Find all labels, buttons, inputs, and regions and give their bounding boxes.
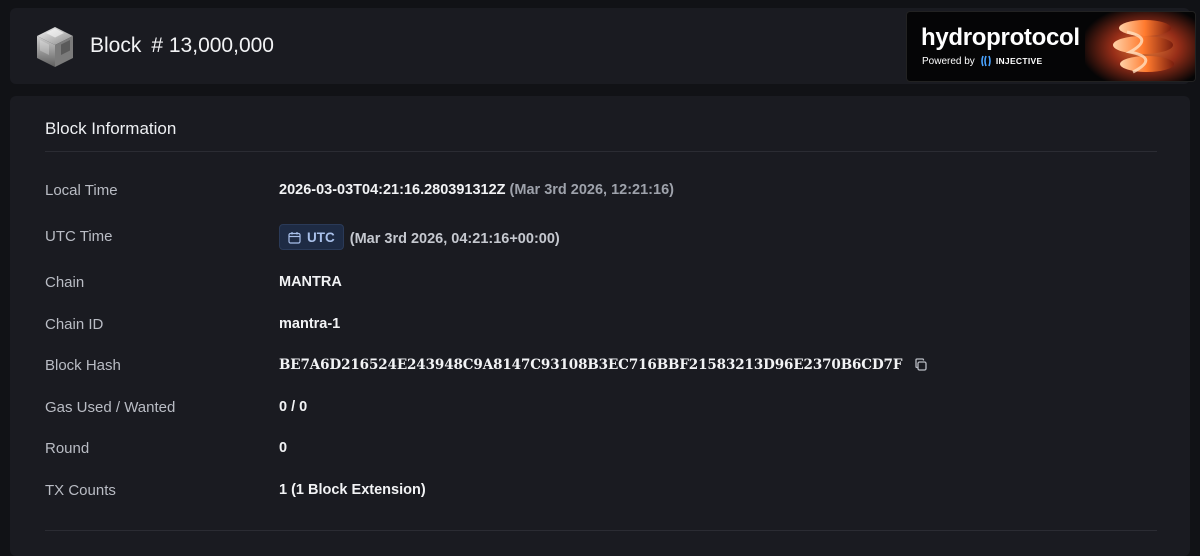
row-round: Round 0: [45, 440, 1155, 464]
cube-logo-icon: [37, 27, 73, 67]
divider: [45, 530, 1157, 531]
ad-banner[interactable]: hydroprotocol Powered by INJECTIVE: [906, 11, 1196, 82]
row-chain-id: Chain ID mantra-1: [45, 316, 1155, 340]
page-title: Block # 13,000,000: [90, 34, 274, 58]
row-label: Chain ID: [45, 316, 104, 333]
row-label: Local Time: [45, 182, 118, 199]
block-information-panel: Block Information Local Time 2026-03-03T…: [10, 96, 1190, 556]
utc-badge-label: UTC: [307, 229, 335, 245]
row-value: UTC (Mar 3rd 2026, 04:21:16+00:00): [279, 224, 560, 250]
round-value: 0: [279, 440, 288, 456]
banner-brand: hydroprotocol: [921, 24, 1080, 51]
block-label: Block: [90, 34, 142, 57]
row-label: TX Counts: [45, 482, 116, 499]
row-value: 2026-03-03T04:21:16.280391312Z (Mar 3rd …: [279, 182, 674, 198]
row-gas: Gas Used / Wanted 0 / 0: [45, 399, 1155, 423]
block-hash-value[interactable]: BE7A6D216524E243948C9A8147C93108B3EC716B…: [279, 357, 902, 373]
banner-powered-by: Powered by INJECTIVE: [922, 55, 1042, 67]
gas-value: 0 / 0: [279, 399, 308, 415]
injective-icon: [981, 55, 991, 67]
row-tx-counts: TX Counts 1 (1 Block Extension): [45, 482, 1155, 506]
row-chain: Chain MANTRA: [45, 274, 1155, 298]
tx-counts-value: 1 (1 Block Extension): [279, 482, 426, 498]
row-block-hash: Block Hash BE7A6D216524E243948C9A8147C93…: [45, 357, 1155, 381]
partner-name: INJECTIVE: [995, 56, 1043, 66]
block-number: # 13,000,000: [151, 34, 274, 57]
powered-by-text: Powered by: [922, 55, 975, 67]
utc-badge[interactable]: UTC: [279, 224, 344, 250]
row-label: UTC Time: [45, 228, 113, 245]
row-value: BE7A6D216524E243948C9A8147C93108B3EC716B…: [279, 357, 928, 373]
chain-value: MANTRA: [279, 274, 342, 290]
calendar-icon: [288, 231, 301, 244]
row-label: Gas Used / Wanted: [45, 399, 176, 416]
local-time-value: 2026-03-03T04:21:16.280391312Z: [279, 182, 506, 198]
page-header: Block # 13,000,000 hydroprotocol Powered…: [10, 8, 1196, 84]
row-label: Round: [45, 440, 90, 457]
chain-id-value: mantra-1: [279, 316, 341, 332]
divider: [45, 151, 1157, 152]
row-local-time: Local Time 2026-03-03T04:21:16.280391312…: [45, 182, 1155, 206]
panel-title: Block Information: [45, 119, 177, 138]
copy-icon[interactable]: [914, 358, 928, 372]
local-time-readable: (Mar 3rd 2026, 12:21:16): [509, 182, 674, 198]
row-utc-time: UTC Time UTC (Mar 3rd 2026, 04:21:16+00:…: [45, 224, 1155, 252]
row-label: Block Hash: [45, 357, 121, 374]
utc-time-value: (Mar 3rd 2026, 04:21:16+00:00): [349, 231, 560, 247]
banner-art: [1085, 12, 1195, 81]
row-label: Chain: [45, 274, 85, 291]
